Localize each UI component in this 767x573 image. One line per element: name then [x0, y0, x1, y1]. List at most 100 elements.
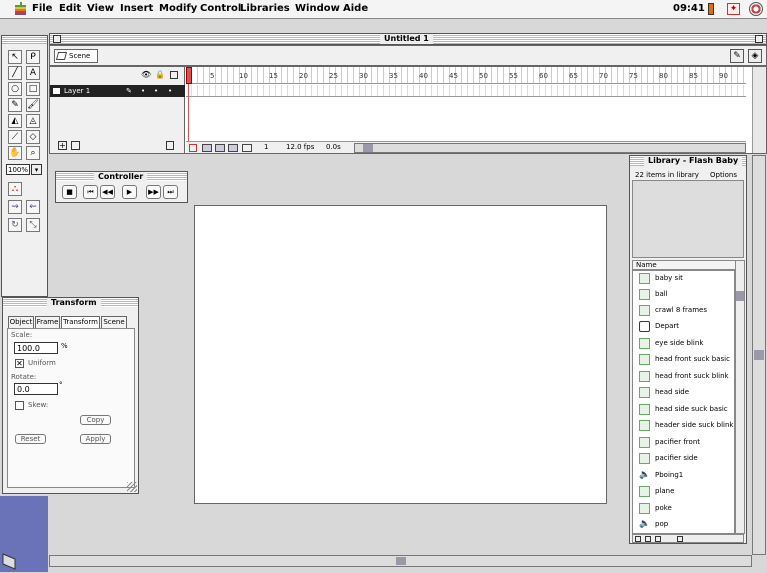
list-item[interactable]: Depart — [635, 320, 735, 334]
zoom-select[interactable]: 100% — [6, 164, 30, 175]
timeline-scroll-thumb[interactable] — [363, 144, 373, 152]
zoom-box-icon[interactable] — [755, 35, 763, 43]
brush-tool-icon[interactable]: 🖌 — [26, 98, 40, 112]
list-item[interactable]: crawl 8 frames — [635, 304, 735, 318]
menu-modify[interactable]: Modify — [159, 3, 197, 14]
straighten-icon[interactable]: ⇜ — [26, 200, 40, 214]
menu-aide[interactable]: Aide — [343, 3, 368, 14]
hard-disk-icon[interactable] — [0, 551, 20, 571]
library-options-menu[interactable]: Options — [710, 171, 737, 179]
reset-button[interactable]: Reset — [15, 434, 46, 444]
step-forward-button[interactable]: ▶▶ — [146, 185, 161, 199]
scene-tab[interactable]: Scene 1 — [54, 49, 98, 73]
menu-libraries[interactable]: Libraries — [240, 3, 290, 14]
arrow-tool-icon[interactable]: ↖ — [8, 50, 22, 64]
properties-icon[interactable] — [655, 536, 661, 542]
text-tool-icon[interactable]: A — [26, 66, 40, 80]
edit-symbol-icon[interactable]: ✎ — [730, 49, 744, 63]
hand-tool-icon[interactable]: ✋ — [8, 146, 22, 160]
apply-button[interactable]: Apply — [80, 434, 111, 444]
zoom-dropdown-icon[interactable]: ▾ — [31, 164, 42, 175]
rectangle-tool-icon[interactable]: □ — [26, 82, 40, 96]
delete-layer-icon[interactable] — [166, 141, 174, 150]
magnifier-tool-icon[interactable]: ⌕ — [26, 146, 40, 160]
layer-outline-dot[interactable]: • — [168, 85, 172, 97]
new-symbol-icon[interactable] — [635, 536, 641, 542]
library-column-header[interactable]: Name — [632, 260, 744, 270]
new-folder-icon[interactable] — [645, 536, 651, 542]
outline-layers-icon[interactable] — [170, 71, 178, 79]
list-item[interactable]: pacifier front — [635, 436, 735, 450]
list-item[interactable]: head front suck blink — [635, 370, 735, 384]
stage[interactable] — [194, 205, 607, 504]
apple-menu-icon[interactable] — [14, 2, 27, 16]
layer-frames[interactable] — [186, 85, 746, 97]
rotate-icon[interactable]: ↻ — [8, 218, 22, 232]
list-item[interactable]: head side suck basic — [635, 403, 735, 417]
stage-hscroll-thumb[interactable] — [396, 557, 406, 565]
play-button[interactable]: ▶ — [122, 185, 137, 199]
list-item[interactable]: head front suck basic — [635, 353, 735, 367]
eraser-tool-icon[interactable]: ◇ — [26, 130, 40, 144]
controller-titlebar[interactable]: Controller — [56, 172, 187, 181]
menu-view[interactable]: View — [87, 3, 114, 14]
smooth-icon[interactable]: ⇝ — [8, 200, 22, 214]
skew-checkbox[interactable] — [15, 401, 24, 410]
help-icon[interactable]: ✦ — [727, 3, 740, 15]
stage-vscroll-thumb[interactable] — [754, 350, 764, 360]
menu-control[interactable]: Control — [200, 3, 241, 14]
layer-visible-dot[interactable]: • — [141, 85, 145, 97]
timeline-vscrollbar[interactable] — [752, 67, 766, 153]
step-back-button[interactable]: ◀◀ — [100, 185, 115, 199]
oval-tool-icon[interactable]: ○ — [8, 82, 22, 96]
paint-bucket-tool-icon[interactable]: ◬ — [26, 114, 40, 128]
add-layer-icon[interactable]: + — [58, 141, 67, 150]
layer-row[interactable]: Layer 1 ✎ • • • — [50, 85, 185, 97]
delete-icon[interactable] — [677, 536, 683, 542]
list-item[interactable]: 🔈 Pboing1 — [635, 469, 735, 483]
scale-icon[interactable]: ⤡ — [26, 218, 40, 232]
go-to-end-button[interactable]: ⏭ — [163, 185, 178, 199]
edit-scene-icon[interactable]: ◈ — [748, 49, 762, 63]
library-scroll-thumb[interactable] — [736, 291, 744, 301]
lock-layers-icon[interactable]: 🔒 — [155, 70, 165, 79]
list-item[interactable]: poke — [635, 502, 735, 516]
stage-hscrollbar[interactable] — [49, 555, 752, 567]
timeline-hscrollbar[interactable] — [354, 143, 746, 153]
list-item[interactable]: ball — [635, 288, 735, 302]
show-hide-layers-icon[interactable]: 👁 — [141, 70, 151, 79]
add-guide-layer-icon[interactable] — [71, 141, 80, 150]
center-frame-icon[interactable] — [189, 144, 197, 152]
dropper-tool-icon[interactable]: ⟋ — [8, 130, 22, 144]
rewind-button[interactable]: ⏮ — [83, 185, 98, 199]
snap-to-objects-icon[interactable]: ⛬ — [8, 182, 22, 196]
menu-file[interactable]: File — [32, 3, 52, 14]
modify-markers-icon[interactable] — [242, 144, 252, 152]
rotate-input[interactable]: 0.0 — [14, 383, 58, 395]
list-item[interactable]: pacifier side — [635, 452, 735, 466]
line-tool-icon[interactable]: ╱ — [8, 66, 22, 80]
document-titlebar[interactable]: Untitled 1 — [49, 33, 767, 45]
list-item[interactable]: eye side blink — [635, 337, 735, 351]
list-item[interactable]: plane — [635, 485, 735, 499]
ink-bottle-tool-icon[interactable]: ◭ — [8, 114, 22, 128]
list-item[interactable]: head side — [635, 386, 735, 400]
toolbox-titlebar[interactable] — [2, 36, 47, 44]
scale-input[interactable]: 100.0 — [14, 342, 58, 354]
library-titlebar[interactable]: Library - Flash Baby — [630, 156, 746, 166]
list-item[interactable]: header side suck blink — [635, 419, 735, 433]
edit-multiple-frames-icon[interactable] — [228, 144, 238, 152]
playhead[interactable] — [186, 67, 192, 84]
list-item[interactable]: baby sit — [635, 272, 735, 286]
menu-insert[interactable]: Insert — [120, 3, 153, 14]
library-vscrollbar[interactable] — [735, 260, 745, 534]
pencil-tool-icon[interactable]: ✎ — [8, 98, 22, 112]
lasso-tool-icon[interactable]: ᑭ — [26, 50, 40, 64]
stage-vscrollbar[interactable] — [752, 155, 766, 555]
transform-titlebar[interactable]: Transform — [3, 298, 138, 307]
onion-skin-icon[interactable] — [202, 144, 212, 152]
onion-outlines-icon[interactable] — [215, 144, 225, 152]
resize-grip-icon[interactable] — [127, 482, 137, 492]
copy-button[interactable]: Copy — [80, 415, 111, 425]
uniform-checkbox[interactable]: ✕ — [15, 359, 24, 368]
